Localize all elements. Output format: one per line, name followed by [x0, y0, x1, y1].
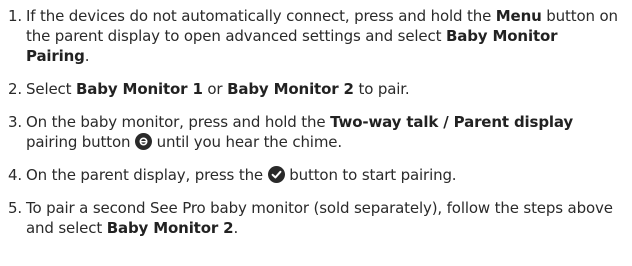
step-text-part: until you hear the chime. — [152, 133, 343, 151]
step-bold-text: Baby Monitor 1 — [76, 80, 203, 98]
step-1: 1. If the devices do not automatically c… — [8, 6, 624, 66]
step-text: To pair a second See Pro baby monitor (s… — [26, 198, 624, 238]
step-text-part: . — [233, 219, 239, 237]
step-text-part: to pair. — [353, 80, 410, 98]
step-text: Select Baby Monitor 1 or Baby Monitor 2 … — [26, 79, 624, 99]
pairing-steps-list: 1. If the devices do not automatically c… — [0, 0, 632, 238]
step-bold-text: Menu — [495, 7, 542, 25]
step-text-part: On the baby monitor, press and hold the — [26, 113, 331, 131]
step-4: 4. On the parent display, press the butt… — [8, 165, 624, 185]
step-number: 2. — [8, 80, 23, 98]
step-3: 3. On the baby monitor, press and hold t… — [8, 112, 624, 152]
step-bold-text: Baby Monitor 2 — [227, 80, 354, 98]
step-text-part: If the devices do not automatically conn… — [26, 7, 496, 25]
step-number: 3. — [8, 113, 23, 131]
pairing-button-icon — [135, 133, 153, 150]
step-number: 5. — [8, 199, 23, 217]
step-text-part: . — [84, 47, 90, 65]
step-text: If the devices do not automatically conn… — [26, 6, 624, 66]
step-text: On the parent display, press the button … — [26, 165, 624, 185]
step-text-part: On the parent display, press the — [26, 166, 268, 184]
step-text-part: button to start pairing. — [284, 166, 457, 184]
confirm-button-icon — [267, 166, 285, 183]
step-5: 5. To pair a second See Pro baby monitor… — [8, 198, 624, 238]
step-2: 2. Select Baby Monitor 1 or Baby Monitor… — [8, 79, 624, 99]
step-text-part: or — [202, 80, 228, 98]
step-text-part: pairing button — [26, 133, 136, 151]
step-bold-text: Two-way talk / Parent display — [330, 113, 574, 131]
step-number: 4. — [8, 166, 23, 184]
step-bold-text: Baby Monitor 2 — [106, 219, 234, 237]
step-text-part: Select — [26, 80, 76, 98]
step-number: 1. — [8, 7, 23, 25]
step-text: On the baby monitor, press and hold the … — [26, 112, 624, 152]
